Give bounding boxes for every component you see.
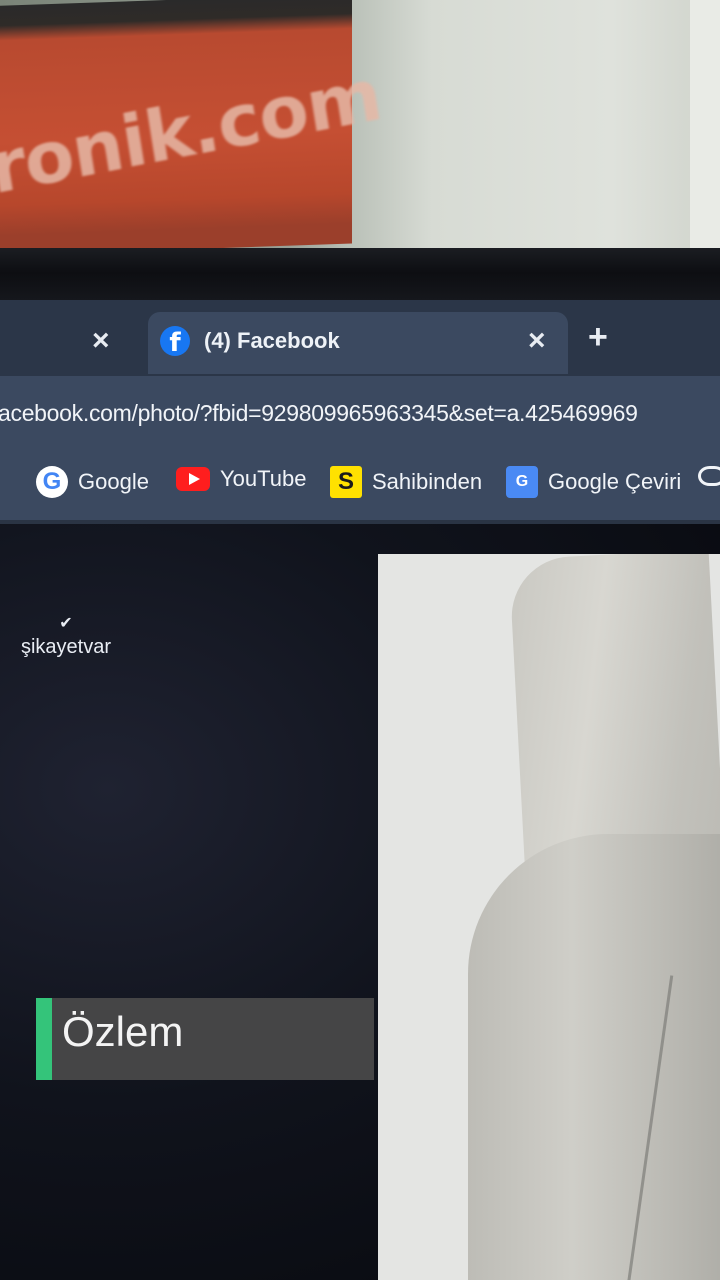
bookmarks-bar: G Google YouTube S Sahibinden G Google Ç… <box>0 450 720 524</box>
photo[interactable] <box>378 554 720 1280</box>
checkmark-icon: ✔ <box>59 615 73 632</box>
eye-icon <box>698 466 720 486</box>
bookmark-label: Sahibinden <box>372 469 483 494</box>
orange-sign: ronik.com <box>0 0 386 257</box>
facebook-icon: f <box>160 326 190 356</box>
brand-text: şikayetvar <box>20 636 112 658</box>
caption-accent <box>36 998 52 1080</box>
caption-name: Özlem <box>62 1008 184 1055</box>
monitor-bezel <box>0 248 720 303</box>
youtube-icon <box>176 467 210 491</box>
address-bar[interactable]: acebook.com/photo/?fbid=929809965963345&… <box>0 376 720 450</box>
url-text[interactable]: acebook.com/photo/?fbid=929809965963345&… <box>0 400 638 427</box>
bookmark-label: Google <box>78 469 149 494</box>
bookmark-sahibinden[interactable]: S Sahibinden <box>330 466 482 498</box>
sikayetvar-logo: ✔ şikayetvar <box>14 616 118 659</box>
new-tab-button[interactable]: + <box>588 318 608 357</box>
google-icon: G <box>36 466 68 498</box>
close-icon[interactable]: × <box>528 326 546 356</box>
name-caption: Özlem <box>36 998 374 1080</box>
tab-previous[interactable]: × <box>0 312 140 374</box>
bookmark-google[interactable]: G Google <box>36 466 149 498</box>
bookmark-label: YouTube <box>220 466 307 491</box>
tab-strip: × f (4) Facebook × <box>0 300 720 376</box>
photo-fabric-fold <box>468 834 720 1280</box>
tab-title: (4) Facebook <box>204 328 340 353</box>
sign-text: ronik.com <box>0 52 387 211</box>
bookmark-label: Google Çeviri <box>548 469 682 494</box>
close-icon[interactable]: × <box>92 326 110 356</box>
tab-facebook[interactable]: f (4) Facebook × <box>148 312 568 374</box>
google-translate-icon: G <box>506 466 538 498</box>
sahibinden-icon: S <box>330 466 362 498</box>
bookmark-overflow[interactable] <box>698 466 720 486</box>
bookmark-google-translate[interactable]: G Google Çeviri <box>506 466 681 498</box>
bookmark-youtube[interactable]: YouTube <box>176 466 306 492</box>
